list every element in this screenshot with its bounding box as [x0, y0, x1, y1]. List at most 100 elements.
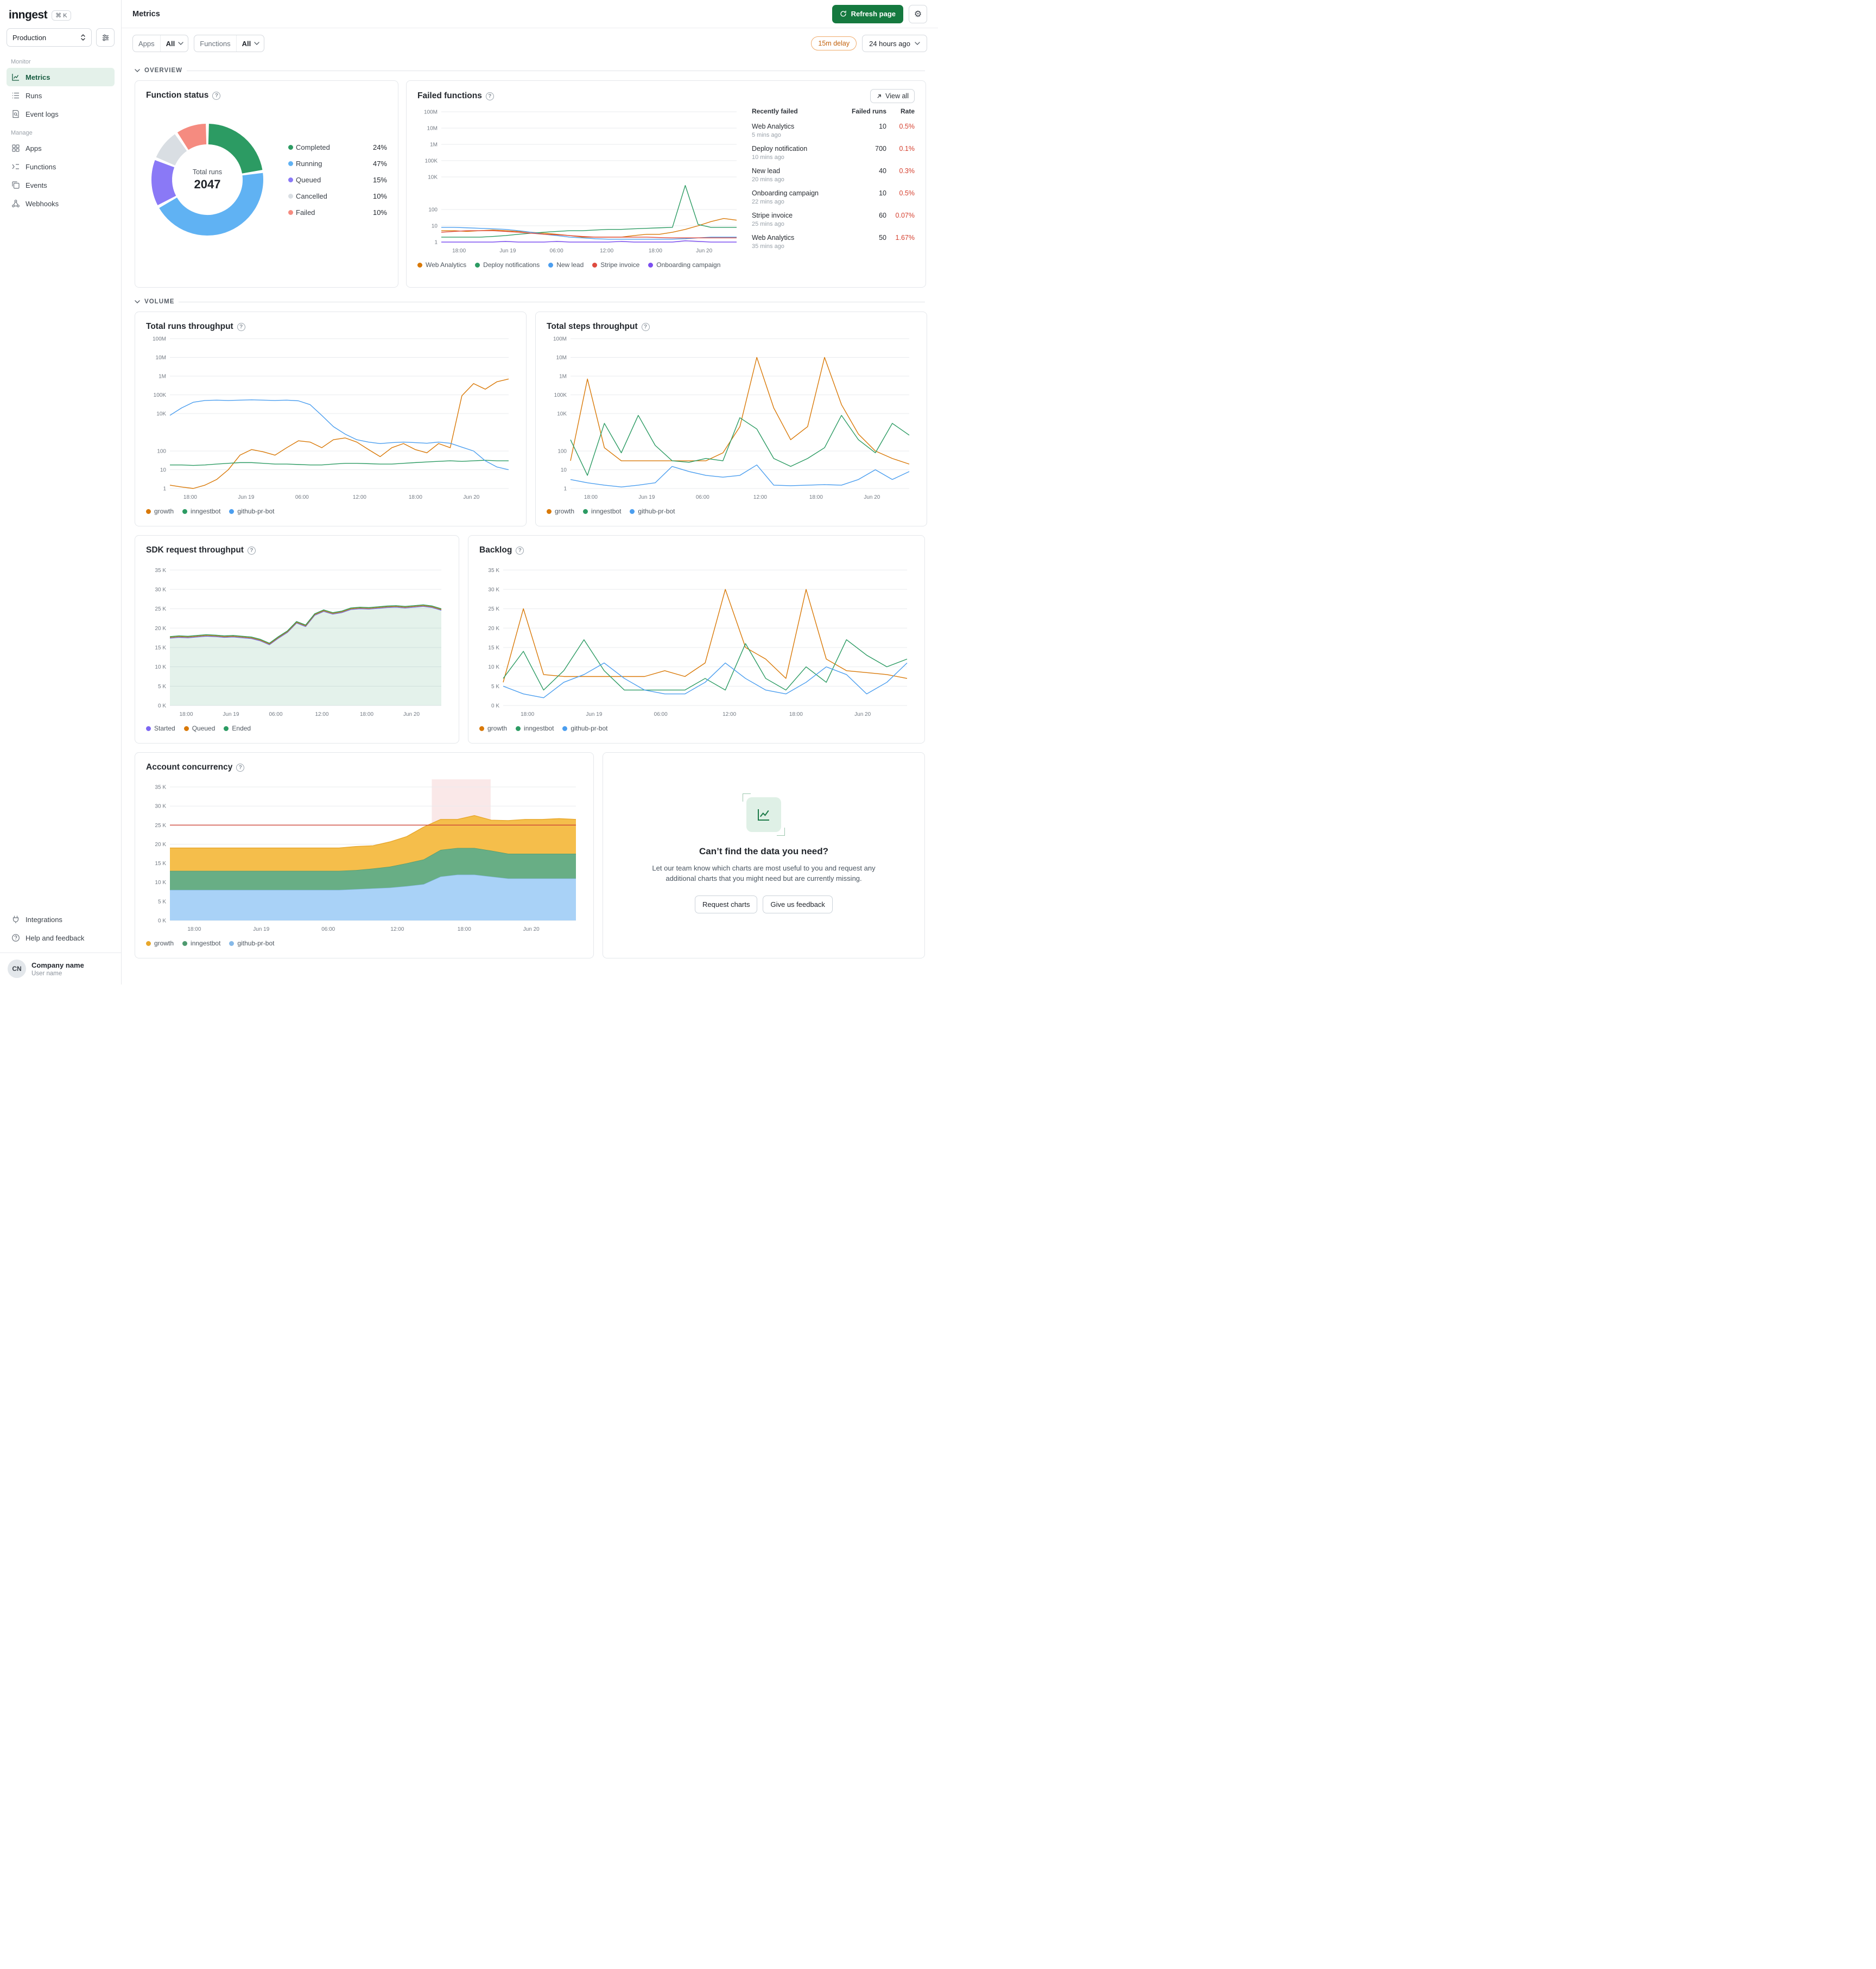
account-concurrency-card: Account concurrency? 35 K 30 K 25 K 20 K 15 … [135, 752, 594, 958]
table-row[interactable]: New lead 20 mins ago 40 0.3% [752, 164, 915, 186]
sidebar-item-metrics[interactable]: Metrics [7, 68, 115, 86]
svg-text:100K: 100K [554, 392, 567, 398]
sidebar-item-functions[interactable]: Functions [7, 157, 115, 176]
legend-item: Started [146, 725, 175, 732]
user-menu[interactable]: CN Company name User name [0, 952, 121, 984]
svg-text:06:00: 06:00 [295, 494, 309, 500]
filter-bar: Apps All Functions All 15m delay 24 hour… [122, 28, 938, 58]
svg-text:10M: 10M [427, 126, 438, 132]
svg-text:10: 10 [432, 224, 438, 230]
refresh-page-button[interactable]: Refresh page [832, 4, 903, 23]
collapse-chevron-icon[interactable] [135, 300, 140, 303]
command-k-shortcut[interactable]: ⌘ K [52, 10, 71, 21]
help-circle-icon[interactable]: ? [641, 322, 650, 331]
table-row[interactable]: Web Analytics 5 mins ago 10 0.5% [752, 119, 915, 142]
legend-dot [146, 726, 151, 731]
table-row[interactable]: Web Analytics 35 mins ago 50 1.67% [752, 231, 915, 253]
svg-text:25 K: 25 K [488, 606, 499, 612]
refresh-icon [840, 10, 846, 17]
legend-item: Stripe invoice [592, 261, 639, 269]
environment-filter-button[interactable] [96, 28, 115, 47]
table-row[interactable]: Stripe invoice 25 mins ago 60 0.07% [752, 208, 915, 231]
svg-text:1M: 1M [430, 142, 438, 148]
time-range-select[interactable]: 24 hours ago [862, 35, 927, 52]
failed-functions-card: Failed functions ? View all 100M 10M 1M 100… [406, 80, 926, 288]
recently-failed-table: Recently failed Failed runs Rate Web Ana… [752, 106, 915, 269]
svg-text:1M: 1M [559, 374, 567, 380]
svg-text:100M: 100M [553, 336, 567, 342]
help-circle-icon[interactable]: ? [212, 91, 221, 100]
sdk-request-throughput-card: SDK request throughput? 35 K 30 K 25 K 20 K… [135, 535, 459, 744]
sidebar-item-integrations[interactable]: Integrations [7, 910, 115, 929]
svg-text:35 K: 35 K [155, 785, 166, 791]
account-concurrency-chart: 35 K 30 K 25 K 20 K 15 K 10 K 5 K 0 K 18:00 Jun 1… [155, 779, 576, 932]
svg-text:25 K: 25 K [155, 823, 166, 829]
sidebar-item-label: Functions [26, 162, 56, 171]
svg-text:18:00: 18:00 [649, 248, 662, 254]
feedback-body: Let our team know which charts are most … [652, 863, 876, 882]
table-row[interactable]: Onboarding campaign 22 mins ago 10 0.5% [752, 186, 915, 208]
table-header-rate: Rate [900, 107, 915, 115]
svg-text:100K: 100K [154, 392, 167, 398]
chevron-down-icon [254, 42, 259, 45]
account-concurrency-legend: growth inngestbot github-pr-bot [146, 939, 582, 947]
give-feedback-button[interactable]: Give us feedback [763, 895, 833, 914]
sidebar-item-runs[interactable]: Runs [7, 86, 115, 105]
legend-item: growth [146, 939, 174, 947]
sliders-icon [102, 34, 109, 41]
function-status-card: Function status ? Total runs 2047 Comple… [135, 80, 398, 288]
legend-dot [229, 509, 234, 514]
card-title: Failed functions [417, 91, 482, 100]
legend-item: Failed 10% [288, 208, 387, 217]
svg-text:5 K: 5 K [491, 684, 499, 690]
company-name: Company name [31, 961, 84, 969]
sidebar-item-label: Webhooks [26, 199, 59, 208]
help-circle-icon[interactable]: ? [237, 322, 245, 331]
main-area: Metrics Refresh page ⚙ Apps All Function… [122, 0, 938, 984]
integrations-icon [12, 916, 19, 923]
table-row[interactable]: Deploy notification 10 mins ago 700 0.1% [752, 142, 915, 164]
request-charts-button[interactable]: Request charts [695, 895, 758, 914]
failed-functions-legend: Web Analytics Deploy notifications New l… [417, 261, 743, 269]
sidebar-item-event-logs[interactable]: Event logs [7, 105, 115, 123]
svg-text:Jun 20: Jun 20 [403, 712, 420, 717]
card-title: Total runs throughput [146, 322, 233, 331]
legend-dot [288, 177, 293, 182]
total-runs-chart: 100M 10M 1M 100K 10K 100 10 1 18:00 Jun 19 06:00 12… [153, 336, 509, 500]
sidebar-item-events[interactable]: Events [7, 176, 115, 194]
function-status-legend: Completed 24% Running 47% Queued 15% Cancel… [288, 143, 387, 217]
help-icon [12, 934, 20, 942]
legend-item: Web Analytics [417, 261, 466, 269]
sidebar-item-webhooks[interactable]: Webhooks [7, 194, 115, 213]
svg-text:25 K: 25 K [155, 606, 166, 612]
environment-select[interactable]: Production [7, 28, 92, 47]
svg-text:35 K: 35 K [488, 568, 499, 574]
legend-item: Completed 24% [288, 143, 387, 151]
sidebar-item-apps[interactable]: Apps [7, 139, 115, 157]
svg-text:30 K: 30 K [488, 587, 499, 593]
page-title: Metrics [132, 9, 160, 18]
svg-text:18:00: 18:00 [179, 712, 193, 717]
help-circle-icon[interactable]: ? [516, 546, 524, 555]
main-header: Metrics Refresh page ⚙ [122, 0, 938, 28]
total-steps-throughput-card: Total steps throughput? 100M 10M 1M 100K 10K… [535, 312, 927, 526]
help-circle-icon[interactable]: ? [485, 92, 494, 100]
sidebar-item-help[interactable]: Help and feedback [7, 929, 115, 947]
svg-text:35 K: 35 K [155, 568, 166, 574]
collapse-chevron-icon[interactable] [135, 69, 140, 72]
legend-dot [648, 262, 654, 268]
settings-button[interactable]: ⚙ [909, 4, 927, 23]
legend-item: inngestbot [583, 507, 621, 515]
help-circle-icon[interactable]: ? [247, 546, 256, 555]
svg-text:5 K: 5 K [158, 899, 166, 905]
apps-filter[interactable]: Apps All [132, 35, 189, 52]
legend-dot [516, 726, 521, 731]
help-circle-icon[interactable]: ? [236, 763, 245, 772]
svg-text:1: 1 [563, 486, 567, 492]
chevron-down-icon [178, 42, 183, 45]
svg-text:06:00: 06:00 [696, 494, 709, 500]
functions-filter[interactable]: Functions All [194, 35, 265, 52]
view-all-button[interactable]: View all [870, 89, 915, 103]
legend-dot [548, 262, 554, 268]
legend-dot [146, 509, 151, 514]
